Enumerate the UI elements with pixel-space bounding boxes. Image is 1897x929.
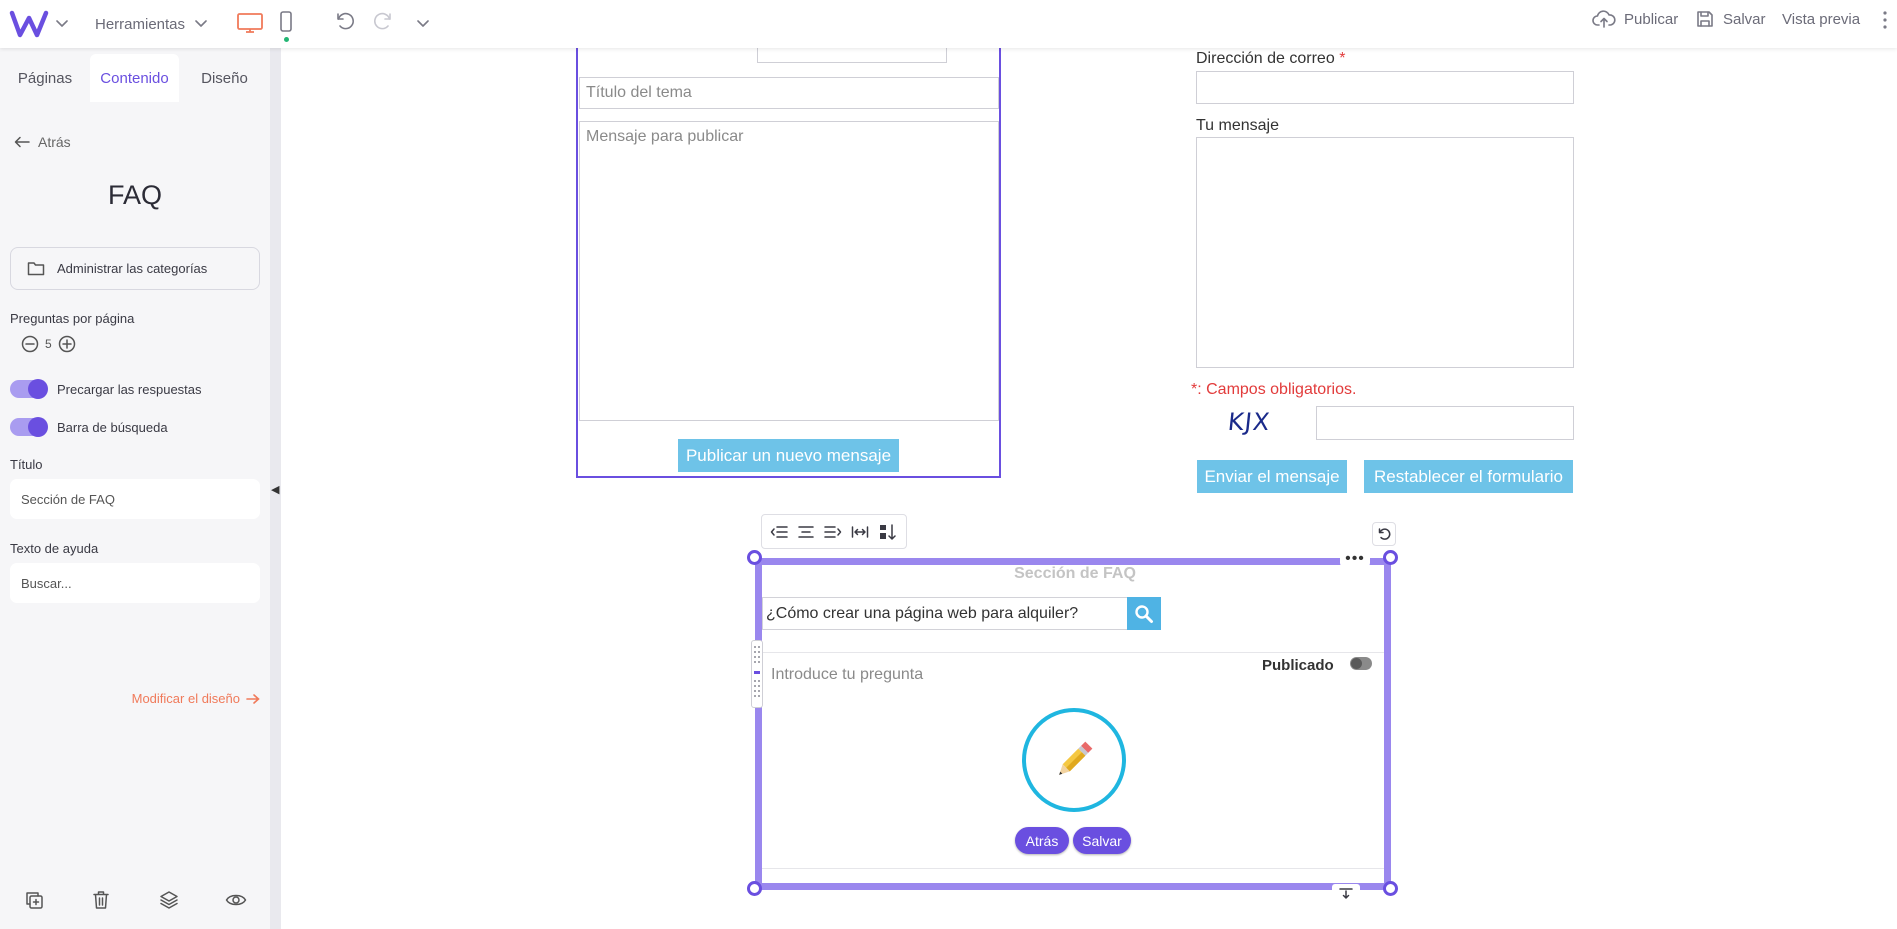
back-link[interactable]: Atrás <box>14 134 71 150</box>
message-label: Tu mensaje <box>1196 117 1279 134</box>
search-icon <box>1135 604 1153 623</box>
faq-search-button[interactable] <box>1127 597 1161 630</box>
captcha-input[interactable] <box>1316 406 1574 440</box>
faq-search-input[interactable]: ¿Cómo crear una página web para alquiler… <box>762 597 1128 630</box>
published-label: Publicado <box>1262 657 1334 674</box>
publish-new-message-button[interactable]: Publicar un nuevo mensaje <box>678 439 899 472</box>
save-label: Salvar <box>1723 10 1766 28</box>
topic-title-input[interactable]: Título del tema <box>579 77 999 109</box>
email-input[interactable] <box>1196 71 1574 104</box>
history-chevron-icon[interactable] <box>413 12 433 36</box>
manage-categories-button[interactable]: Administrar las categorías <box>10 247 260 290</box>
redo-icon[interactable] <box>371 8 397 34</box>
panel-title: FAQ <box>107 180 162 210</box>
floppy-disk-icon <box>1697 11 1713 27</box>
duplicate-icon[interactable] <box>23 889 45 911</box>
required-fields-note: *: Campos obligatorios. <box>1191 381 1357 398</box>
search-bar-toggle[interactable] <box>10 417 48 437</box>
chevron-down-icon <box>195 20 207 27</box>
preview-label: Vista previa <box>1782 10 1861 28</box>
reset-block-icon[interactable] <box>1372 522 1396 546</box>
panel-bottom-toolbar <box>0 869 270 929</box>
search-bar-label: Barra de búsqueda <box>57 419 168 435</box>
full-width-icon[interactable] <box>851 524 869 540</box>
eye-icon[interactable] <box>225 889 247 911</box>
desktop-view-icon[interactable] <box>234 9 266 37</box>
align-left-icon[interactable] <box>770 524 789 540</box>
tools-menu-label: Herramientas <box>95 15 186 33</box>
manage-categories-label: Administrar las categorías <box>57 261 208 276</box>
top-bar: Herramientas Publicar Salvar Vista previ… <box>0 0 1897 48</box>
arrow-left-icon <box>14 136 30 148</box>
preload-answers-toggle[interactable] <box>10 379 48 399</box>
tools-menu[interactable]: Herramientas <box>95 12 207 36</box>
send-message-button[interactable]: Enviar el mensaje <box>1197 460 1347 493</box>
layers-icon[interactable] <box>158 889 180 911</box>
help-text-input[interactable]: Buscar... <box>10 563 260 603</box>
save-button[interactable]: Salvar <box>1695 6 1766 32</box>
password-input[interactable] <box>757 48 947 63</box>
logo-icon[interactable] <box>8 6 50 42</box>
questions-per-page-value: 5 <box>45 337 52 351</box>
resize-handle-bottom-right[interactable] <box>1383 881 1398 896</box>
questions-per-page-label: Preguntas por página <box>10 311 135 326</box>
preview-button[interactable]: Vista previa <box>1782 6 1860 32</box>
title-input[interactable]: Sección de FAQ <box>10 479 260 519</box>
title-field-label: Título <box>10 457 43 472</box>
left-panel: Páginas Contenido Diseño Atrás FAQ Admin… <box>0 48 270 929</box>
search-bar-row: Barra de búsqueda <box>10 417 168 437</box>
plus-circle-icon[interactable] <box>58 335 76 353</box>
resize-handle-bottom-left[interactable] <box>747 881 762 896</box>
published-toggle[interactable] <box>1350 657 1372 670</box>
preload-answers-row: Precargar las respuestas <box>10 379 202 399</box>
mobile-status-dot <box>284 37 289 42</box>
sort-order-icon[interactable] <box>878 523 898 541</box>
folder-icon <box>27 262 45 276</box>
mobile-view-icon[interactable] <box>276 9 296 35</box>
tab-content[interactable]: Contenido <box>90 54 179 102</box>
edit-design-label: Modificar el diseño <box>131 691 240 706</box>
logo-menu-chevron-icon[interactable] <box>52 12 72 36</box>
cloud-upload-icon <box>1592 10 1616 28</box>
trash-icon[interactable] <box>90 889 112 911</box>
align-right-icon[interactable] <box>824 524 842 540</box>
edit-design-link[interactable]: Modificar el diseño <box>132 691 260 706</box>
faq-save-button[interactable]: Salvar <box>1073 827 1131 854</box>
publish-button[interactable]: Publicar <box>1592 6 1678 32</box>
faq-question-input[interactable]: Introduce tu pregunta <box>771 666 923 684</box>
reset-form-button[interactable]: Restablecer el formulario <box>1364 460 1573 493</box>
more-options-icon[interactable] <box>1878 6 1892 34</box>
message-textarea[interactable]: Mensaje para publicar <box>579 121 999 421</box>
minus-circle-icon[interactable] <box>21 335 39 353</box>
block-toolbar <box>761 514 907 549</box>
arrow-right-icon <box>246 693 260 704</box>
block-more-options-icon[interactable]: ••• <box>1340 550 1370 567</box>
email-label: Dirección de correo * <box>1196 50 1346 67</box>
align-center-icon[interactable] <box>797 524 815 540</box>
tab-design[interactable]: Diseño <box>181 54 268 102</box>
resize-handle-top-right[interactable] <box>1383 550 1398 565</box>
faq-back-button[interactable]: Atrás <box>1015 827 1069 854</box>
move-down-icon[interactable] <box>1332 884 1360 901</box>
tab-pages[interactable]: Páginas <box>2 54 88 102</box>
preload-answers-label: Precargar las respuestas <box>57 381 202 397</box>
back-label: Atrás <box>38 134 71 150</box>
faq-section-title: Sección de FAQ <box>1014 565 1136 582</box>
faq-divider-bottom <box>762 868 1384 869</box>
captcha-image: KJX <box>1226 408 1272 436</box>
help-text-label: Texto de ayuda <box>10 541 99 556</box>
resize-handle-top-left[interactable] <box>747 550 762 565</box>
questions-per-page-stepper: 5 <box>21 335 76 353</box>
drag-handle-icon[interactable] <box>751 640 763 708</box>
collapse-panel-icon[interactable]: ◀ <box>271 483 279 496</box>
publish-label: Publicar <box>1624 10 1679 28</box>
undo-icon[interactable] <box>331 8 357 34</box>
faq-divider-top <box>762 652 1384 653</box>
contact-message-textarea[interactable] <box>1196 137 1574 368</box>
panel-tabs: Páginas Contenido Diseño <box>0 54 270 102</box>
edit-question-icon[interactable] <box>1022 708 1126 812</box>
pencil-icon <box>1059 741 1093 775</box>
